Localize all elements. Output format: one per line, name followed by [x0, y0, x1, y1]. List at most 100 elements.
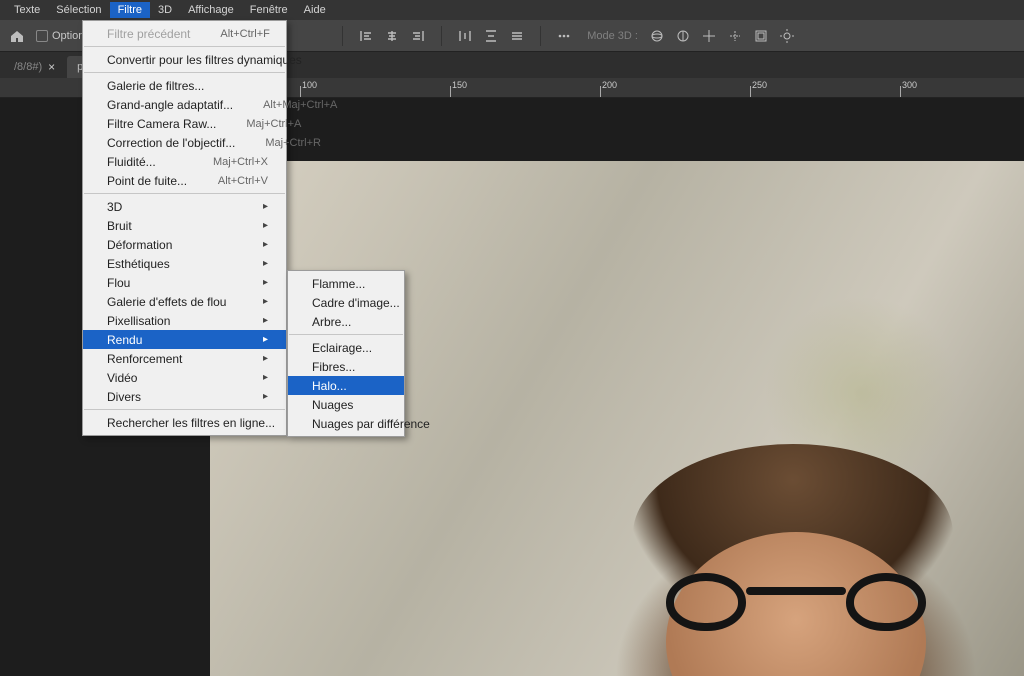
rendu-menu-item[interactable]: Fibres...: [288, 357, 404, 376]
menu-item-label: Déformation: [107, 238, 172, 252]
menu-item-label: Vidéo: [107, 371, 137, 385]
menubar-item-fenêtre[interactable]: Fenêtre: [242, 2, 296, 18]
menu-separator: [84, 193, 285, 194]
submenu-arrow-icon: ▸: [263, 201, 268, 212]
more-icon[interactable]: [553, 25, 575, 47]
distribute-h-icon[interactable]: [454, 25, 476, 47]
3d-roll-icon[interactable]: [672, 25, 694, 47]
submenu-arrow-icon: ▸: [263, 334, 268, 345]
menu-shortcut: Maj+Ctrl+R: [265, 137, 321, 149]
filter-menu-item[interactable]: Renforcement ▸: [83, 349, 286, 368]
filter-menu-item[interactable]: Convertir pour les filtres dynamiques: [83, 50, 286, 69]
rendu-menu-item[interactable]: Flamme...: [288, 274, 404, 293]
filter-menu-item[interactable]: Galerie de filtres...: [83, 76, 286, 95]
menu-shortcut: Maj+Ctrl+A: [246, 118, 301, 130]
submenu-arrow-icon: ▸: [263, 220, 268, 231]
separator: [342, 26, 343, 46]
filter-menu-item[interactable]: Déformation▸: [83, 235, 286, 254]
menu-item-label: Flou: [107, 276, 130, 290]
menu-shortcut: Alt+Ctrl+F: [220, 28, 270, 40]
rendu-menu-item[interactable]: Nuages par différence: [288, 414, 404, 433]
menu-shortcut: Alt+Maj+Ctrl+A: [263, 99, 337, 111]
menu-item-label: Fibres...: [312, 360, 355, 374]
menubar-item-sélection[interactable]: Sélection: [48, 2, 109, 18]
menubar-item-texte[interactable]: Texte: [6, 2, 48, 18]
menu-item-label: Nuages: [312, 398, 353, 412]
filter-menu-item[interactable]: Divers ▸: [83, 387, 286, 406]
menu-item-label: Point de fuite...: [107, 174, 187, 188]
menubar: TexteSélectionFiltre3DAffichageFenêtreAi…: [0, 0, 1024, 20]
3d-slide-icon[interactable]: [724, 25, 746, 47]
distribute-v-icon[interactable]: [480, 25, 502, 47]
filter-menu-item[interactable]: Grand-angle adaptatif...Alt+Maj+Ctrl+A: [83, 95, 286, 114]
filter-menu-item[interactable]: Esthétiques▸: [83, 254, 286, 273]
menu-item-label: Filtre Camera Raw...: [107, 117, 216, 131]
distribute-spacing-icon[interactable]: [506, 25, 528, 47]
menu-item-label: Nuages par différence: [312, 417, 430, 431]
menubar-item-3d[interactable]: 3D: [150, 2, 180, 18]
menu-separator: [84, 409, 285, 410]
filter-menu-item[interactable]: Vidéo ▸: [83, 368, 286, 387]
close-icon[interactable]: ×: [48, 60, 55, 74]
filter-menu-item[interactable]: Bruit ▸: [83, 216, 286, 235]
menu-item-label: Eclairage...: [312, 341, 372, 355]
filter-menu-item[interactable]: Rechercher les filtres en ligne...: [83, 413, 286, 432]
menu-item-label: Grand-angle adaptatif...: [107, 98, 233, 112]
document-tab[interactable]: /8/8#) ×: [4, 56, 65, 78]
menu-item-label: Halo...: [312, 379, 347, 393]
rendu-submenu: Flamme... Cadre d'image... Arbre... Eclaira…: [287, 270, 405, 437]
menu-item-label: Convertir pour les filtres dynamiques: [107, 53, 302, 67]
filter-menu: Filtre précédentAlt+Ctrl+FConvertir pour…: [82, 20, 287, 436]
checkbox-icon[interactable]: [36, 30, 48, 42]
rendu-menu-item[interactable]: Eclairage...: [288, 338, 404, 357]
filter-menu-item[interactable]: 3D▸: [83, 197, 286, 216]
menu-item-label: Pixellisation: [107, 314, 170, 328]
submenu-arrow-icon: ▸: [263, 296, 268, 307]
submenu-arrow-icon: ▸: [263, 277, 268, 288]
menu-item-label: Flamme...: [312, 277, 365, 291]
submenu-arrow-icon: ▸: [263, 372, 268, 383]
separator: [540, 26, 541, 46]
filter-menu-item[interactable]: Point de fuite... Alt+Ctrl+V: [83, 171, 286, 190]
menu-item-label: Cadre d'image...: [312, 296, 400, 310]
filter-menu-item[interactable]: Galerie d'effets de flou▸: [83, 292, 286, 311]
menu-item-label: Rechercher les filtres en ligne...: [107, 416, 275, 430]
submenu-arrow-icon: ▸: [263, 353, 268, 364]
home-icon[interactable]: [6, 25, 28, 47]
menubar-item-filtre[interactable]: Filtre: [110, 2, 150, 18]
menu-separator: [84, 72, 285, 73]
menu-item-label: Bruit: [107, 219, 132, 233]
filter-menu-item[interactable]: Rendu▸: [83, 330, 286, 349]
menu-separator: [289, 334, 403, 335]
3d-pan-icon[interactable]: [698, 25, 720, 47]
align-left-icon[interactable]: [355, 25, 377, 47]
filter-menu-item[interactable]: Filtre Camera Raw...Maj+Ctrl+A: [83, 114, 286, 133]
menubar-item-aide[interactable]: Aide: [296, 2, 334, 18]
filter-menu-item[interactable]: Flou ▸: [83, 273, 286, 292]
rendu-menu-item[interactable]: Nuages: [288, 395, 404, 414]
3d-zoom-icon[interactable]: [750, 25, 772, 47]
menu-item-label: Arbre...: [312, 315, 351, 329]
tab-label: /8/8#): [14, 61, 42, 73]
submenu-arrow-icon: ▸: [263, 258, 268, 269]
menu-item-label: Galerie de filtres...: [107, 79, 204, 93]
rendu-menu-item[interactable]: Cadre d'image...: [288, 293, 404, 312]
menu-shortcut: Alt+Ctrl+V: [218, 175, 268, 187]
filter-menu-item[interactable]: Correction de l'objectif...Maj+Ctrl+R: [83, 133, 286, 152]
menubar-item-affichage[interactable]: Affichage: [180, 2, 242, 18]
3d-light-icon[interactable]: [776, 25, 798, 47]
menu-item-label: Renforcement: [107, 352, 182, 366]
rendu-menu-item[interactable]: Halo...: [288, 376, 404, 395]
align-right-icon[interactable]: [407, 25, 429, 47]
rendu-menu-item[interactable]: Arbre...: [288, 312, 404, 331]
align-center-icon[interactable]: [381, 25, 403, 47]
photo-glasses: [666, 573, 926, 633]
submenu-arrow-icon: ▸: [263, 391, 268, 402]
menu-item-label: Fluidité...: [107, 155, 156, 169]
3d-orbit-icon[interactable]: [646, 25, 668, 47]
menu-item-label: Divers: [107, 390, 141, 404]
menu-shortcut: Maj+Ctrl+X: [213, 156, 268, 168]
submenu-arrow-icon: ▸: [263, 315, 268, 326]
filter-menu-item[interactable]: Fluidité... Maj+Ctrl+X: [83, 152, 286, 171]
filter-menu-item[interactable]: Pixellisation ▸: [83, 311, 286, 330]
